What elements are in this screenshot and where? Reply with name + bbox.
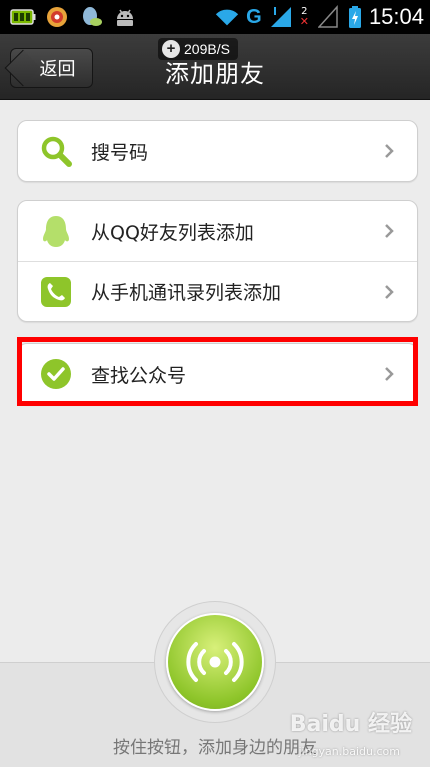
qq-friends-label: 从QQ好友列表添加 [91,221,254,244]
qq-friends-item[interactable]: 从QQ好友列表添加 [18,201,417,261]
phone-contacts-item[interactable]: 从手机通讯录列表添加 [18,261,417,321]
check-circle-icon [40,358,72,390]
chevron-right-icon [385,224,394,238]
chevron-right-icon [385,367,394,381]
battery-app-icon [10,5,36,29]
search-card: 搜号码 [17,120,418,182]
system-status: G 2 ✕ 15:04 [214,4,424,30]
find-official-account-item[interactable]: 查找公众号 [18,344,417,404]
phone-icon [40,276,72,308]
chevron-right-icon [385,285,394,299]
game-app-icon [44,5,70,29]
search-number-label: 搜号码 [91,141,149,164]
radar-icon [186,642,244,682]
wifi-icon [214,5,240,29]
network-speed: 209B/S [184,41,230,57]
baidu-watermark-url: jingyan.baidu.com [298,745,400,758]
search-number-item[interactable]: 搜号码 [18,121,417,181]
find-official-account-label: 查找公众号 [91,364,187,387]
no-signal-icon: ✕ [299,15,309,28]
speed-plus-icon: + [162,40,180,58]
network-speed-badge: + 209B/S [158,38,238,60]
qq-app-icon [78,5,104,29]
title-bar: 返回 添加朋友 + 209B/S [0,34,430,100]
qq-penguin-icon [40,215,72,247]
phone-contacts-label: 从手机通讯录列表添加 [91,282,282,304]
battery-icon [347,5,363,29]
chevron-right-icon [385,144,394,158]
network-type: G [246,5,262,28]
import-card: 从QQ好友列表添加 从手机通讯录列表添加 [17,200,418,322]
baidu-watermark: Baidu 经验 [289,712,412,737]
android-icon [112,5,138,29]
radar-button[interactable] [166,613,264,711]
signal-2-icon [315,5,341,29]
signal-icon [268,5,294,29]
clock: 15:04 [368,4,424,29]
official-card: 查找公众号 [17,343,418,405]
sim2-status: 2 ✕ [299,7,309,28]
search-icon [40,135,72,167]
notification-icons [10,5,138,29]
status-bar: G 2 ✕ 15:04 [0,0,430,34]
